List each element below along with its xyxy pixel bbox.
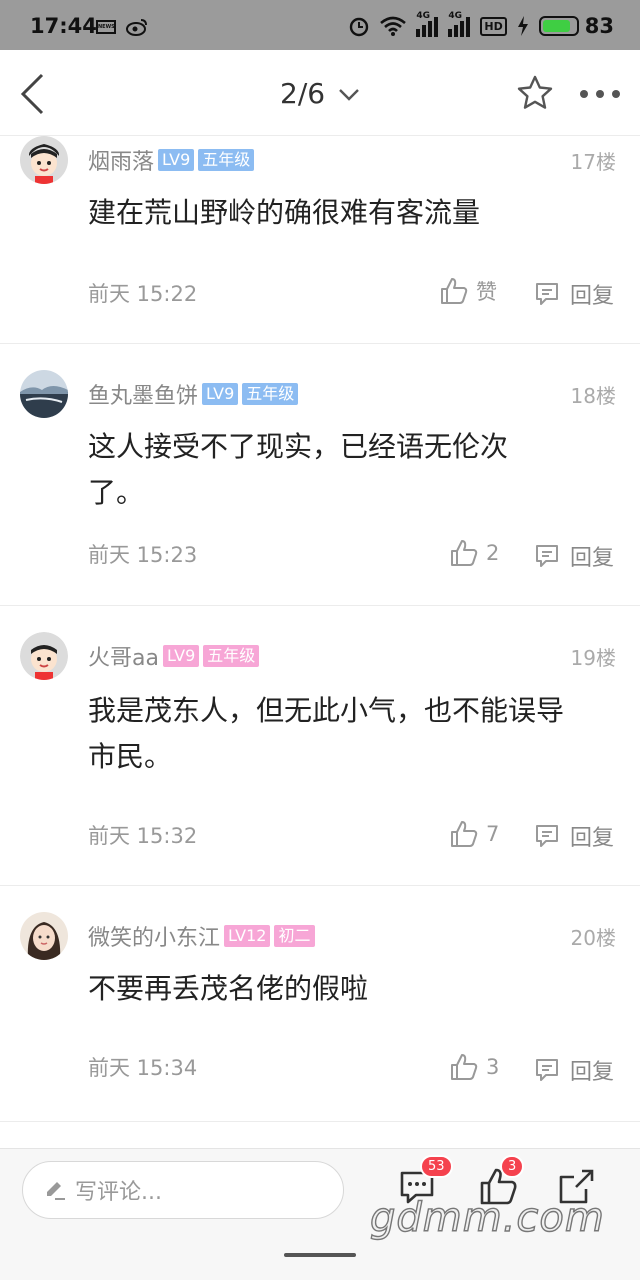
grade-badge: 五年级 <box>198 149 255 171</box>
level-badge: LV12 <box>224 925 271 947</box>
level-badge: LV9 <box>162 645 200 667</box>
signal-tag-2: 4G <box>448 11 463 21</box>
like-count-badge: 3 <box>500 1155 525 1178</box>
floor-number: 17楼 <box>570 150 616 174</box>
like-button[interactable]: 7 <box>450 820 499 848</box>
reply-label: 回复 <box>570 826 615 851</box>
home-indicator[interactable] <box>284 1253 356 1257</box>
avatar[interactable] <box>20 370 68 418</box>
floor-number: 18楼 <box>570 384 616 408</box>
status-time: 17:44 <box>30 14 97 38</box>
reply-label: 回复 <box>570 284 615 309</box>
chevron-down-icon <box>339 89 359 101</box>
signal-2-icon: 4G <box>448 11 471 37</box>
weibo-icon <box>126 19 147 36</box>
comment-user: 鱼丸墨鱼饼 LV9 五年级 <box>88 378 299 410</box>
signal-tag-1: 4G <box>416 11 431 21</box>
reply-icon <box>536 1059 558 1081</box>
comment-item: 火哥aa LV9 五年级 19楼 我是茂东人，但无此小气，也不能误导市民。 前天… <box>0 606 640 886</box>
reply-button[interactable]: 回复 <box>534 1054 614 1086</box>
comment-time: 前天 15:32 <box>88 824 198 848</box>
alarm-icon <box>350 17 369 37</box>
hd-icon: HD <box>480 16 507 36</box>
like-button[interactable]: 赞 <box>440 276 497 306</box>
like-count: 3 <box>486 1055 500 1079</box>
reply-icon <box>536 825 558 847</box>
reply-button[interactable]: 回复 <box>534 820 614 852</box>
comment-text: 建在荒山野岭的确很难有客流量 <box>88 196 481 229</box>
comment-user: 微笑的小东江 LV12 初二 <box>88 920 315 952</box>
reply-icon <box>536 283 558 305</box>
news-icon: NEWS <box>96 20 116 34</box>
more-icon[interactable] <box>578 88 622 100</box>
grade-badge: 五年级 <box>203 645 260 667</box>
like-button[interactable]: 2 <box>450 539 499 567</box>
comment-input[interactable]: 写评论... <box>22 1161 344 1219</box>
battery-level: 83 <box>584 14 614 38</box>
avatar[interactable] <box>20 136 68 184</box>
comment-text: 不要再丢茂名佬的假啦 <box>88 972 369 1005</box>
comment-time: 前天 15:23 <box>88 543 198 567</box>
reply-icon <box>536 545 558 567</box>
username[interactable]: 烟雨落 <box>88 144 154 176</box>
level-badge: LV9 <box>202 383 239 405</box>
comment-user: 烟雨落 LV9 五年级 <box>88 144 255 176</box>
thumbs-up-icon <box>441 278 468 304</box>
username[interactable]: 鱼丸墨鱼饼 <box>88 378 198 410</box>
comment-item: 鱼丸墨鱼饼 LV9 五年级 18楼 这人接受不了现实，已经语无伦次了。 前天 1… <box>0 344 640 606</box>
page-indicator: 2/6 <box>280 77 326 110</box>
watermark: gdmm.com <box>369 1194 605 1241</box>
thumbs-up-icon <box>451 1054 478 1080</box>
comment-user: 火哥aa LV9 五年级 <box>88 640 260 672</box>
thumbs-up-icon <box>451 821 478 847</box>
comment-input-placeholder: 写评论... <box>75 1180 162 1205</box>
like-count: 2 <box>486 541 500 565</box>
bottom-bar: 写评论... 53 3 gdmm.com <box>0 1148 640 1280</box>
reply-label: 回复 <box>570 1060 615 1085</box>
star-icon[interactable] <box>516 74 554 112</box>
comment-text: 这人接受不了现实，已经语无伦次了。 <box>88 430 509 509</box>
battery-indicator: 83 <box>538 14 614 38</box>
like-label: 赞 <box>476 280 497 304</box>
comment-time: 前天 15:22 <box>88 282 198 306</box>
like-button[interactable]: 3 <box>450 1053 499 1081</box>
like-count: 7 <box>486 822 500 846</box>
comment-time: 前天 15:34 <box>88 1056 198 1080</box>
floor-number: 19楼 <box>570 646 616 670</box>
comment-item: 微笑的小东江 LV12 初二 20楼 不要再丢茂名佬的假啦 前天 15:34 3… <box>0 886 640 1122</box>
comment-item: 烟雨落 LV9 五年级 17楼 建在荒山野岭的确很难有客流量 前天 15:22 … <box>0 136 640 344</box>
status-bar: 17:44 NEWS 4G 4G HD 83 <box>0 0 640 50</box>
wifi-icon <box>380 16 407 36</box>
reply-button[interactable]: 回复 <box>534 540 614 572</box>
reply-label: 回复 <box>570 546 615 571</box>
avatar[interactable] <box>20 632 68 680</box>
comment-count-badge: 53 <box>420 1155 453 1178</box>
signal-1-icon: 4G <box>416 11 439 37</box>
grade-badge: 初二 <box>274 925 315 947</box>
reply-button[interactable]: 回复 <box>534 278 614 310</box>
pencil-icon <box>47 1182 65 1200</box>
floor-number: 20楼 <box>570 926 616 950</box>
comment-text: 我是茂东人，但无此小气，也不能误导市民。 <box>88 694 565 773</box>
username[interactable]: 微笑的小东江 <box>88 920 220 952</box>
avatar[interactable] <box>20 912 68 960</box>
nav-bar: 2/6 <box>0 50 640 136</box>
thumbs-up-icon <box>451 540 478 566</box>
charging-icon <box>517 16 528 36</box>
username[interactable]: 火哥aa <box>88 640 159 672</box>
grade-badge: 五年级 <box>242 383 299 405</box>
battery-icon <box>538 16 579 36</box>
level-badge: LV9 <box>158 149 195 171</box>
